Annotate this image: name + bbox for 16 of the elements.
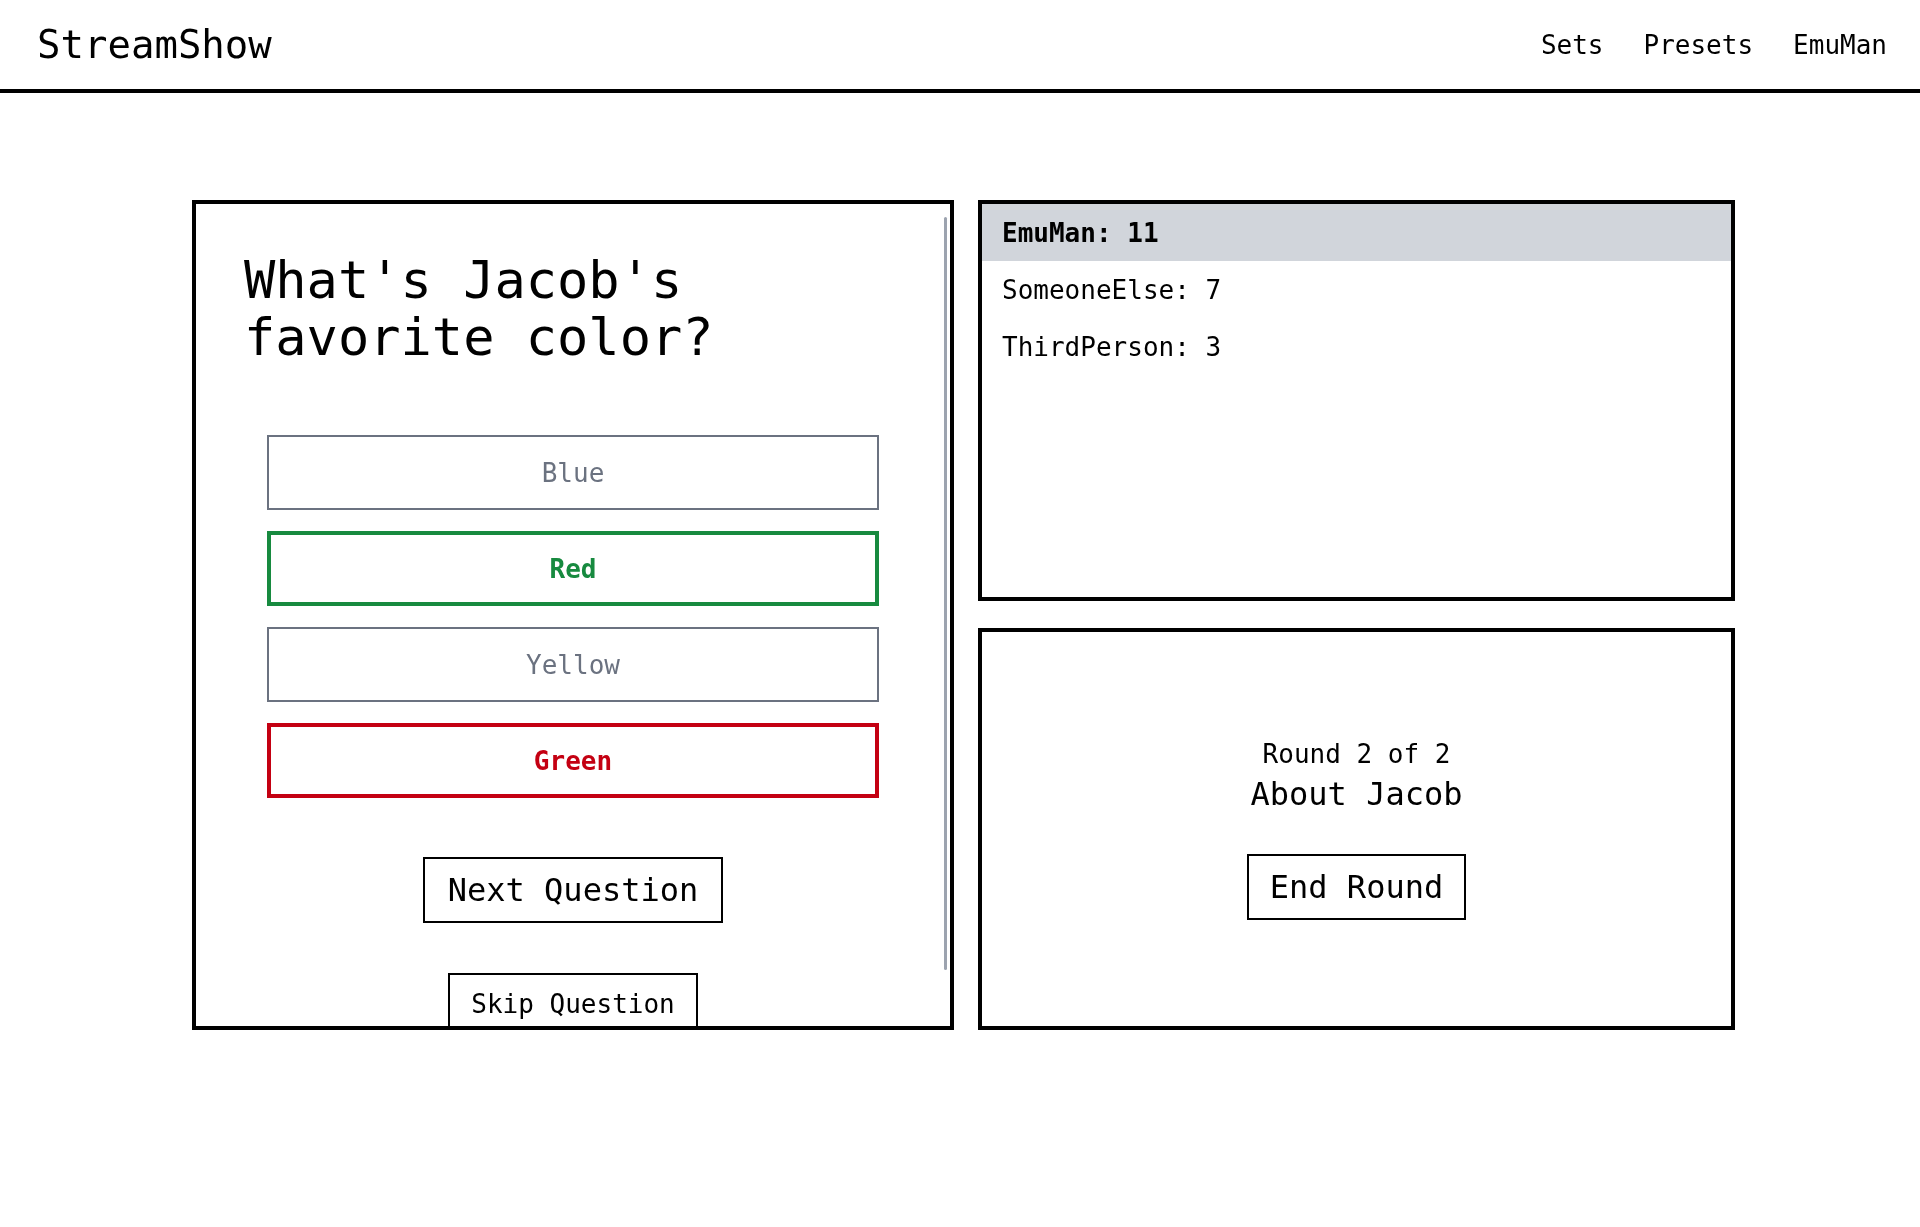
answer-option[interactable]: Green bbox=[267, 723, 879, 798]
next-question-button[interactable]: Next Question bbox=[422, 857, 724, 923]
round-counter: Round 2 of 2 bbox=[1262, 738, 1451, 770]
nav-link[interactable]: Presets bbox=[1643, 28, 1754, 61]
nav-link[interactable]: Sets bbox=[1540, 28, 1604, 61]
player-score: EmuMan: 11 bbox=[982, 204, 1731, 261]
answer-option[interactable]: Blue bbox=[267, 435, 879, 510]
nav-link[interactable]: EmuMan bbox=[1793, 28, 1887, 61]
question-text: What's Jacob's favorite color? bbox=[244, 252, 715, 366]
answer-option[interactable]: Yellow bbox=[267, 627, 879, 702]
scrollbar-thumb[interactable] bbox=[944, 217, 947, 970]
skip-question-button[interactable]: Skip Question bbox=[448, 973, 698, 1026]
round-title: About Jacob bbox=[1250, 774, 1463, 814]
app-title: StreamShow bbox=[37, 21, 272, 68]
answer-option[interactable]: Red bbox=[267, 531, 879, 606]
end-round-button[interactable]: End Round bbox=[1246, 854, 1467, 920]
